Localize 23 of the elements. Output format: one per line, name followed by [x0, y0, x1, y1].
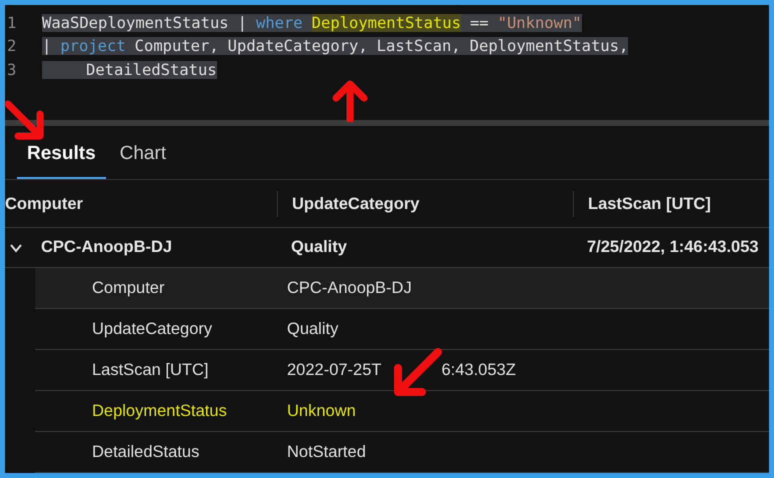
- arrow-icon: [330, 80, 370, 122]
- table-cell: 7/25/2022, 1:46:43.053: [587, 238, 759, 257]
- field-label: DeploymentStatus: [91, 402, 228, 420]
- field-label: Computer: [91, 278, 166, 298]
- tab[interactable]: Chart: [110, 140, 176, 179]
- field-value: 2022-07-25T: [287, 360, 382, 380]
- field-value: Unknown: [287, 402, 356, 420]
- field-label: DetailedStatus: [91, 442, 200, 462]
- field-value: CPC-AnoopB-DJ: [287, 278, 412, 298]
- tab[interactable]: Results: [17, 140, 106, 179]
- table-cell: Quality: [291, 238, 347, 257]
- line-number: 2: [6, 37, 18, 56]
- line-number: 1: [6, 14, 18, 32]
- column-header[interactable]: UpdateCategory: [277, 190, 573, 216]
- field-label: LastScan [UTC]: [91, 360, 210, 380]
- column-header[interactable]: Computer: [5, 190, 277, 216]
- field-value: 6:43.053Z: [441, 360, 516, 380]
- field-value: Quality: [287, 320, 338, 338]
- line-number: 3: [6, 60, 18, 79]
- field-value: NotStarted: [287, 442, 366, 462]
- column-header[interactable]: LastScan [UTC]: [573, 190, 769, 216]
- field-label: UpdateCategory: [91, 320, 214, 338]
- table-cell: CPC-AnoopB-DJ: [41, 238, 172, 257]
